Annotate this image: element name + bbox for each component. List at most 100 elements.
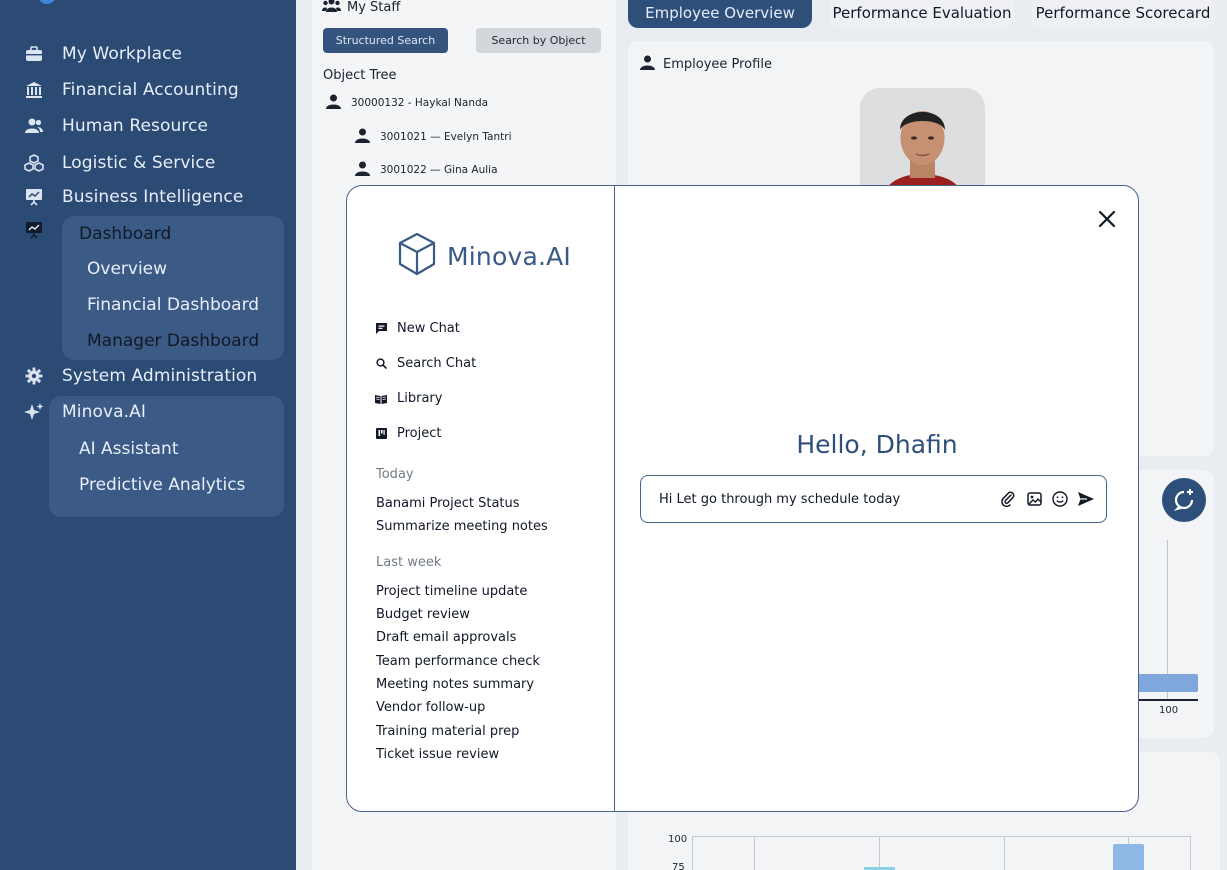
minova-ai-chat-modal: Minova.AI New Chat Search Chat Library P… — [346, 185, 1139, 812]
chat-history-item[interactable]: Meeting notes summary — [376, 677, 534, 692]
project-button[interactable]: Project — [375, 426, 441, 441]
chart-gridline — [754, 836, 755, 870]
chart-gridline — [1004, 836, 1005, 870]
chat-input-value: Hi Let go through my schedule today — [659, 491, 901, 507]
library-button[interactable]: Library — [375, 391, 442, 406]
modal-divider — [614, 186, 615, 811]
cube-logo-icon — [397, 232, 437, 280]
presentation-icon — [24, 187, 44, 207]
person-icon — [640, 55, 655, 74]
tree-item[interactable]: 3001022 — Gina Aulia — [355, 161, 498, 179]
tree-item[interactable]: 3001021 — Evelyn Tantri — [355, 128, 512, 146]
sidebar-item-ai-assistant[interactable]: AI Assistant — [79, 439, 179, 459]
dashboard-icon — [25, 221, 43, 243]
search-icon — [375, 358, 387, 370]
chat-history-item[interactable]: Project timeline update — [376, 584, 527, 599]
chart-gridline — [1190, 836, 1191, 870]
chat-history-item[interactable]: Ticket issue review — [376, 747, 499, 762]
menu-label: Library — [397, 391, 443, 406]
chat-history-item[interactable]: Training material prep — [376, 724, 519, 739]
tab-employee-overview[interactable]: Employee Overview — [628, 0, 812, 28]
chart-gridline — [692, 836, 693, 870]
send-icon[interactable] — [1077, 490, 1095, 508]
person-icon — [355, 161, 370, 179]
chat-history-item[interactable]: Summarize meeting notes — [376, 519, 548, 534]
sidebar-item-label: Logistic & Service — [62, 153, 216, 173]
chart-bar — [1138, 674, 1198, 692]
chart-tick-label: 100 — [668, 834, 688, 845]
menu-label: New Chat — [397, 321, 460, 336]
emoji-icon[interactable] — [1051, 490, 1069, 508]
sidebar-item-label: System Administration — [62, 366, 258, 386]
refresh-chat-fab[interactable] — [1162, 478, 1206, 526]
sidebar-item-my-workplace[interactable]: My Workplace — [24, 42, 182, 66]
chat-icon — [375, 323, 387, 335]
sidebar-item-label: Business Intelligence — [62, 187, 244, 207]
chat-history-item[interactable]: Team performance check — [376, 654, 540, 669]
image-icon[interactable] — [1025, 490, 1043, 508]
structured-search-button[interactable]: Structured Search — [323, 28, 448, 53]
employee-profile-header: Employee Profile — [640, 55, 772, 74]
chart-bar — [1113, 844, 1144, 870]
sidebar: My Workplace Financial Accounting Human … — [0, 0, 296, 870]
sidebar-item-overview[interactable]: Overview — [87, 259, 167, 279]
gear-icon — [24, 366, 44, 386]
menu-label: Project — [397, 426, 442, 441]
people-icon — [24, 116, 44, 136]
sidebar-item-minova-ai[interactable]: Minova.AI — [24, 400, 146, 424]
person-icon — [355, 128, 370, 146]
brand-name: Minova.AI — [447, 241, 571, 271]
app-logo — [38, 0, 56, 4]
sidebar-item-financial-dashboard[interactable]: Financial Dashboard — [87, 295, 259, 315]
chart-tick-label: 75 — [672, 862, 685, 870]
staff-title: My Staff — [347, 0, 401, 15]
tree-item[interactable]: 30000132 - Haykal Nanda — [326, 94, 488, 112]
staff-header: My Staff — [322, 0, 400, 17]
chart-gridline — [692, 836, 1191, 837]
sidebar-item-business-intelligence[interactable]: Business Intelligence — [24, 185, 243, 209]
search-chat-button[interactable]: Search Chat — [375, 356, 476, 371]
tree-item-label: 30000132 - Haykal Nanda — [351, 97, 489, 109]
sidebar-item-label: My Workplace — [62, 44, 183, 64]
search-by-object-button[interactable]: Search by Object — [476, 28, 601, 53]
book-icon — [375, 393, 387, 405]
menu-label: Search Chat — [397, 356, 477, 371]
sidebar-item-manager-dashboard[interactable]: Manager Dashboard — [87, 331, 259, 351]
chart-axis — [1138, 699, 1198, 701]
sidebar-item-dashboard[interactable]: Dashboard — [79, 224, 171, 244]
chat-history-item[interactable]: Draft email approvals — [376, 630, 516, 645]
tree-item-label: 3001022 — Gina Aulia — [380, 164, 498, 176]
paperclip-icon[interactable] — [999, 490, 1017, 508]
person-icon — [326, 94, 341, 112]
tab-performance-evaluation[interactable]: Performance Evaluation — [830, 0, 1014, 28]
sidebar-item-predictive-analytics[interactable]: Predictive Analytics — [79, 475, 245, 495]
sidebar-item-label: Financial Accounting — [62, 80, 239, 100]
new-chat-button[interactable]: New Chat — [375, 321, 460, 336]
tree-item-label: 3001021 — Evelyn Tantri — [380, 131, 512, 143]
sidebar-item-financial-accounting[interactable]: Financial Accounting — [24, 78, 239, 102]
project-icon — [375, 428, 387, 440]
sidebar-item-human-resource[interactable]: Human Resource — [24, 114, 208, 138]
close-icon[interactable] — [1096, 208, 1118, 230]
tab-performance-scorecard[interactable]: Performance Scorecard — [1031, 0, 1215, 28]
employee-photo — [860, 88, 985, 198]
sidebar-item-label: Human Resource — [62, 116, 209, 136]
cubes-icon — [24, 153, 44, 173]
chat-history-item[interactable]: Budget review — [376, 607, 470, 622]
chart-tick-label: 100 — [1159, 705, 1179, 716]
briefcase-icon — [24, 44, 44, 64]
last-week-label: Last week — [376, 555, 442, 570]
sparkle-icon — [24, 402, 44, 422]
sidebar-item-label: Minova.AI — [62, 402, 146, 422]
chat-history-item[interactable]: Banami Project Status — [376, 496, 520, 511]
sidebar-item-system-administration[interactable]: System Administration — [24, 364, 257, 388]
group-icon — [322, 0, 341, 17]
today-label: Today — [376, 467, 414, 482]
chat-input[interactable]: Hi Let go through my schedule today — [640, 475, 1107, 523]
sidebar-item-logistic-service[interactable]: Logistic & Service — [24, 151, 215, 175]
employee-profile-title: Employee Profile — [663, 57, 772, 72]
chat-history-item[interactable]: Vendor follow-up — [376, 700, 485, 715]
minova-brand: Minova.AI — [397, 232, 571, 280]
object-tree-label: Object Tree — [323, 68, 397, 83]
chart-gridline — [879, 836, 880, 870]
